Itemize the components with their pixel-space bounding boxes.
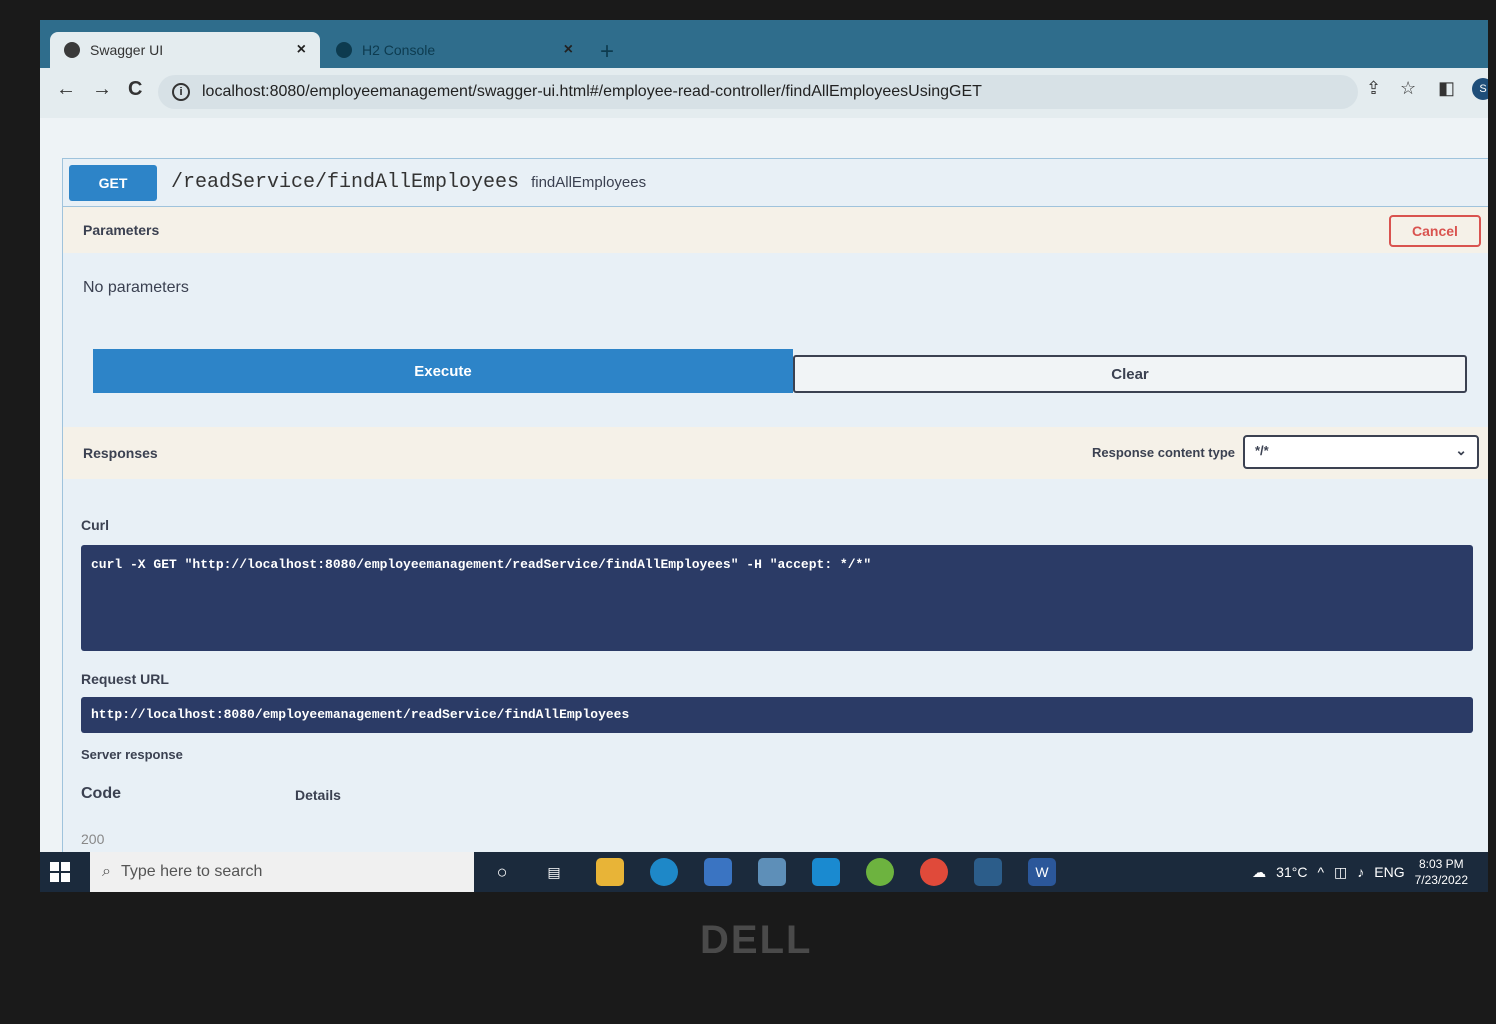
close-tab-icon[interactable]: × — [564, 41, 573, 59]
responses-title: Responses — [83, 445, 158, 461]
word-icon[interactable]: W — [1028, 858, 1056, 886]
weather-temp[interactable]: 31°C — [1276, 864, 1307, 880]
tab-bar: Swagger UI × H2 Console × + — [40, 20, 1488, 68]
request-url-box[interactable]: http://localhost:8080/employeemanagement… — [81, 697, 1473, 733]
reload-icon[interactable]: C — [128, 78, 142, 101]
curl-command: curl -X GET "http://localhost:8080/emplo… — [91, 557, 872, 572]
edge-icon[interactable] — [650, 858, 678, 886]
weather-icon[interactable]: ☁ — [1252, 864, 1266, 881]
tab-label: Swagger UI — [90, 42, 164, 58]
search-placeholder: Type here to search — [120, 863, 263, 880]
profile-avatar[interactable]: S — [1472, 78, 1488, 100]
address-bar[interactable]: i localhost:8080/employeemanagement/swag… — [158, 75, 1358, 109]
notes-icon[interactable] — [758, 858, 786, 886]
task-view-icon[interactable]: ▤ — [540, 858, 568, 886]
screen: Swagger UI × H2 Console × + ← → C i loca… — [40, 20, 1488, 892]
volume-icon[interactable]: ♪ — [1357, 864, 1364, 880]
selected-content-type: */* — [1255, 443, 1269, 458]
code-header: Code — [81, 785, 121, 802]
parameters-header: Parameters Cancel — [63, 207, 1488, 253]
url-text: localhost:8080/employeemanagement/swagge… — [202, 83, 982, 100]
share-icon[interactable]: ⇪ — [1366, 78, 1381, 99]
chrome-icon[interactable] — [920, 858, 948, 886]
language-indicator[interactable]: ENG — [1374, 864, 1404, 880]
execute-button[interactable]: Execute — [93, 349, 793, 393]
info-icon[interactable]: i — [172, 83, 190, 101]
curl-command-box[interactable]: curl -X GET "http://localhost:8080/emplo… — [81, 545, 1473, 651]
taskbar-search[interactable]: ⌕ Type here to search — [90, 852, 474, 892]
swagger-content: GET /readService/findAllEmployees findAl… — [40, 118, 1488, 892]
operation-block: GET /readService/findAllEmployees findAl… — [62, 158, 1488, 892]
store-icon[interactable] — [704, 858, 732, 886]
back-icon[interactable]: ← — [56, 78, 76, 101]
chevron-down-icon: ⌄ — [1455, 442, 1467, 458]
dell-logo: DELL — [700, 918, 813, 962]
responses-header: Responses Response content type */* ⌄ — [63, 427, 1488, 479]
windows-start-icon[interactable] — [50, 862, 70, 882]
clock-date: 7/23/2022 — [1414, 873, 1468, 887]
request-url-label: Request URL — [81, 671, 169, 687]
operation-description: findAllEmployees — [531, 174, 647, 191]
request-url: http://localhost:8080/employeemanagement… — [91, 707, 630, 722]
execute-wrapper: Execute Clear — [93, 349, 1467, 397]
star-icon[interactable]: ☆ — [1400, 78, 1416, 99]
spring-tool-icon[interactable] — [866, 858, 894, 886]
swagger-favicon-icon — [64, 42, 80, 58]
cancel-button[interactable]: Cancel — [1389, 215, 1481, 247]
network-icon[interactable]: ◫ — [1334, 864, 1347, 881]
tab-swagger-ui[interactable]: Swagger UI × — [50, 32, 320, 68]
app-icon[interactable] — [974, 858, 1002, 886]
clock[interactable]: 8:03 PM 7/23/2022 — [1415, 856, 1468, 888]
operation-summary[interactable]: GET /readService/findAllEmployees findAl… — [63, 159, 1488, 207]
details-header: Details — [295, 787, 341, 803]
teamviewer-icon[interactable] — [812, 858, 840, 886]
search-icon: ⌕ — [102, 863, 111, 880]
globe-icon — [336, 42, 352, 58]
curl-label: Curl — [81, 517, 109, 533]
windows-taskbar: ⌕ Type here to search ○ ▤ W ☁ 31°C ^ ◫ ♪… — [40, 852, 1488, 892]
operation-path: /readService/findAllEmployees — [171, 171, 520, 194]
browser-toolbar: ← → C i localhost:8080/employeemanagemen… — [40, 68, 1488, 118]
tab-h2-console[interactable]: H2 Console × — [322, 32, 587, 68]
tab-label: H2 Console — [362, 42, 436, 58]
forward-icon[interactable]: → — [92, 78, 112, 101]
clock-time: 8:03 PM — [1418, 857, 1464, 871]
response-content-type-label: Response content type — [1091, 445, 1235, 460]
no-parameters-text: No parameters — [83, 279, 189, 296]
response-code: 200 — [81, 831, 105, 847]
chevron-up-icon[interactable]: ^ — [1317, 864, 1324, 880]
file-explorer-icon[interactable] — [596, 858, 624, 886]
parameters-title: Parameters — [83, 222, 160, 238]
cortana-icon[interactable]: ○ — [488, 858, 516, 886]
close-tab-icon[interactable]: × — [297, 41, 306, 59]
new-tab-button[interactable]: + — [600, 38, 614, 66]
http-method-badge: GET — [69, 164, 157, 201]
system-tray: ☁ 31°C ^ ◫ ♪ ENG 8:03 PM 7/23/2022 — [1252, 852, 1468, 892]
clear-button[interactable]: Clear — [793, 355, 1467, 393]
response-content-type-select[interactable]: */* ⌄ — [1243, 435, 1479, 469]
server-response-label: Server response — [81, 747, 183, 762]
sidepanel-icon[interactable]: ◧ — [1438, 78, 1455, 99]
